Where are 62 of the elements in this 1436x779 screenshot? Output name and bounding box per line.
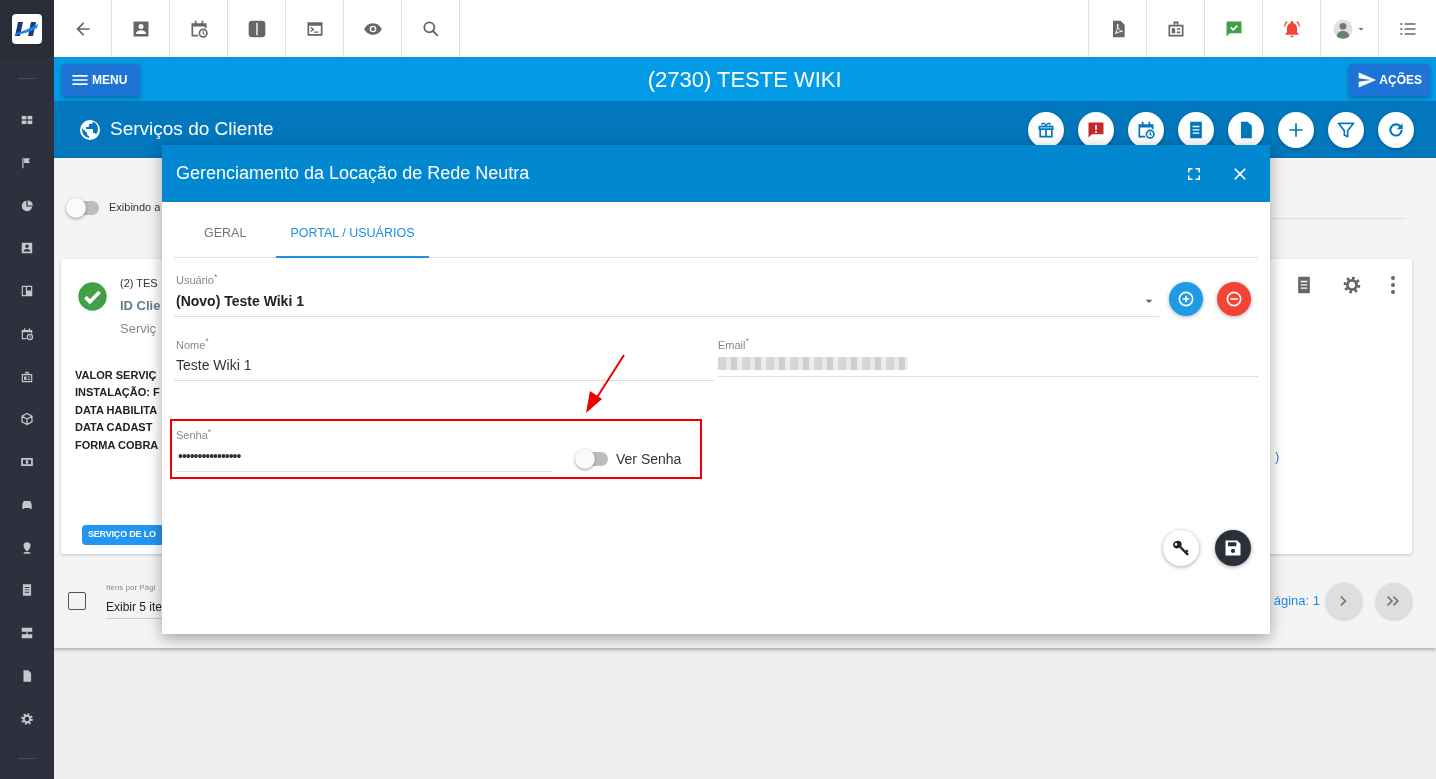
detail-line: INSTALAÇÃO: F xyxy=(75,385,160,400)
search-icon xyxy=(420,18,441,39)
tab[interactable]: PORTAL / USUÁRIOS xyxy=(276,210,429,258)
tab[interactable]: GERAL xyxy=(174,210,277,258)
actions-button[interactable]: AÇÕES xyxy=(1349,63,1430,96)
globe-icon xyxy=(78,117,102,142)
action-button[interactable] xyxy=(1178,111,1214,148)
settings-icon xyxy=(1342,275,1362,295)
page-indicator: ágina: 1 xyxy=(1273,591,1320,610)
section-title: Serviços do Cliente xyxy=(110,117,274,142)
toggle-switch[interactable] xyxy=(578,452,608,466)
select-all-checkbox[interactable] xyxy=(68,591,86,610)
field-label: Nome$^{*}$ xyxy=(175,336,210,353)
detail-line: DATA CADAST xyxy=(75,420,153,435)
save-button[interactable] xyxy=(1215,529,1251,566)
remove-user-button[interactable] xyxy=(1217,282,1251,316)
toggle-switch[interactable] xyxy=(69,200,99,215)
settings-icon xyxy=(20,711,34,726)
service-title: (2) TES xyxy=(120,276,159,291)
toggle-label: Exibindo a xyxy=(109,200,161,216)
action-button[interactable] xyxy=(1228,111,1264,148)
service-tag: SERVIÇO DE LO xyxy=(82,525,164,545)
detail-line: FORMA COBRA xyxy=(75,437,159,453)
avatar-icon xyxy=(1332,18,1353,39)
modal-title: Gerenciamento da Locação de Rede Neutra xyxy=(176,162,530,185)
detail-line: VALOR SERVIÇ xyxy=(75,367,157,383)
action-button[interactable] xyxy=(1028,111,1064,148)
server-icon xyxy=(20,626,34,641)
contact-card-icon xyxy=(20,241,34,256)
id-badge-icon xyxy=(20,369,34,384)
pie-chart-icon xyxy=(20,198,34,213)
toggle-label: Ver Senha xyxy=(616,449,682,469)
user-select[interactable]: (Novo) Teste Wiki 1 xyxy=(174,288,1159,317)
field-label: Senha$^{*}$ xyxy=(176,427,213,443)
menu-button[interactable]: MENU xyxy=(62,63,140,96)
name-field[interactable]: Teste Wiki 1 xyxy=(174,353,714,381)
check-circle-icon xyxy=(77,281,108,312)
field-label: Usuário$^{*}$ xyxy=(175,272,219,288)
last-page-button[interactable] xyxy=(1376,582,1412,619)
add-user-button[interactable] xyxy=(1169,282,1203,316)
key-button[interactable] xyxy=(1163,529,1199,566)
page-title: (2730) TESTE WIKI xyxy=(647,66,842,94)
action-button[interactable] xyxy=(1278,111,1314,148)
logo-icon[interactable] xyxy=(12,13,42,44)
action-button[interactable] xyxy=(1328,111,1364,148)
cube-icon xyxy=(20,412,34,427)
bell-icon xyxy=(1281,18,1302,39)
calendar-clock-icon xyxy=(20,326,34,341)
field-label: Email$^{*}$ xyxy=(718,336,751,353)
link-text[interactable]: ) xyxy=(1275,447,1280,467)
action-button[interactable] xyxy=(1078,111,1114,148)
action-button[interactable] xyxy=(1128,111,1164,148)
more-options-icon xyxy=(1390,275,1396,295)
service-type: Serviç xyxy=(120,320,158,338)
per-page-label: Itens por Pági xyxy=(106,582,157,594)
detail-line: DATA HABILITA xyxy=(75,402,158,418)
client-id: ID Clie xyxy=(120,296,161,315)
document-list-icon xyxy=(20,583,34,598)
calendar-clock-icon xyxy=(1136,119,1156,140)
board-icon xyxy=(20,284,34,299)
password-field[interactable]: •••••••••••••••• xyxy=(176,443,552,472)
action-button[interactable] xyxy=(1378,111,1414,148)
